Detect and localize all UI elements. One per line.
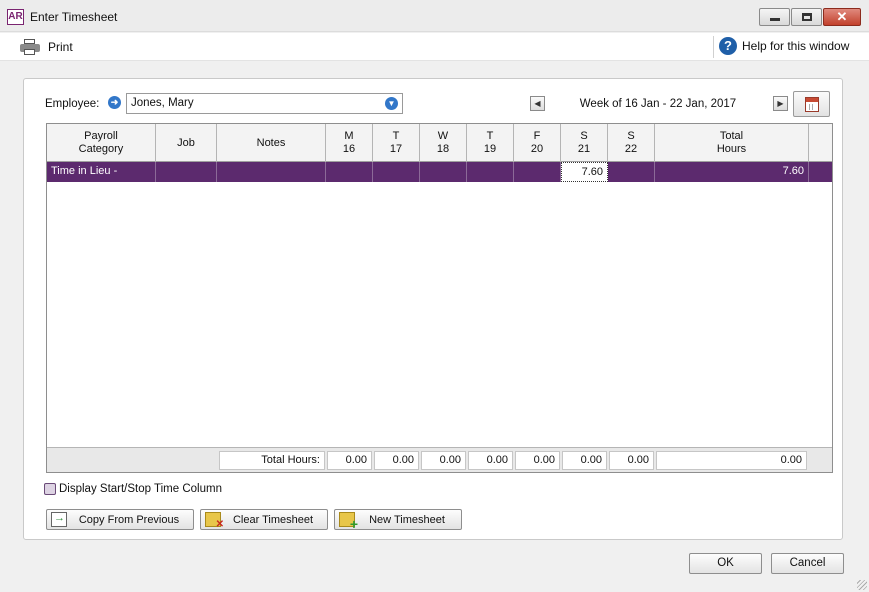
toolbar: Print ? Help for this window	[0, 33, 869, 61]
total-sun: 0.00	[609, 451, 654, 470]
cell-payroll-category[interactable]: Time in Lieu - Earned	[47, 162, 156, 196]
print-label: Print	[48, 40, 73, 54]
close-window-button[interactable]: ✕	[823, 8, 861, 26]
new-icon	[339, 512, 358, 532]
column-header-job: Job	[156, 124, 217, 162]
column-header-tue: T 17	[373, 124, 420, 162]
toolbar-separator	[713, 36, 714, 58]
maximize-button[interactable]	[791, 8, 822, 26]
clear-timesheet-label: Clear Timesheet	[232, 513, 314, 526]
copy-from-previous-label: Copy From Previous	[78, 513, 180, 526]
employee-label: Employee:	[45, 98, 100, 110]
help-icon: ?	[719, 37, 737, 55]
cell-tue[interactable]	[373, 162, 420, 182]
grid-header: Payroll Category Job Notes M 16 T 17 W 1…	[47, 124, 832, 162]
print-button[interactable]: Print	[20, 37, 73, 57]
cell-sun[interactable]	[608, 162, 655, 182]
app-logo-icon: AR	[7, 9, 24, 25]
calendar-icon	[805, 97, 819, 112]
cell-total-hours: 7.60	[655, 162, 809, 182]
week-label: Week of 16 Jan - 22 Jan, 2017	[579, 98, 737, 110]
clear-icon	[205, 512, 224, 530]
help-button[interactable]: ? Help for this window	[719, 37, 849, 55]
column-header-thu: T 19	[467, 124, 514, 162]
cell-thu[interactable]	[467, 162, 514, 182]
column-header-wed: W 18	[420, 124, 467, 162]
total-thu: 0.00	[468, 451, 513, 470]
next-week-button[interactable]: ▶	[773, 96, 788, 111]
minimize-icon	[770, 18, 780, 21]
column-header-payroll-category: Payroll Category	[47, 124, 156, 162]
start-stop-option[interactable]: Display Start/Stop Time Column	[44, 483, 222, 495]
resize-grip-icon[interactable]	[857, 580, 867, 590]
timesheet-panel: Employee: ➜ Jones, Mary ▼ ◀ Week of 16 J…	[23, 78, 843, 540]
total-tue: 0.00	[374, 451, 419, 470]
column-header-sun: S 22	[608, 124, 655, 162]
total-sat: 0.00	[562, 451, 607, 470]
new-timesheet-button[interactable]: New Timesheet	[334, 509, 462, 532]
total-fri: 0.00	[515, 451, 560, 470]
cell-fri[interactable]	[514, 162, 561, 182]
previous-week-button[interactable]: ◀	[530, 96, 545, 111]
cell-notes[interactable]	[217, 162, 326, 182]
cell-wed[interactable]	[420, 162, 467, 182]
ok-button[interactable]: OK	[689, 553, 762, 574]
column-header-fri: F 20	[514, 124, 561, 162]
dropdown-icon[interactable]: ▼	[385, 97, 398, 110]
totals-bar: Total Hours: 0.00 0.00 0.00 0.00 0.00 0.…	[47, 447, 832, 472]
copy-from-previous-button[interactable]: Copy From Previous	[46, 509, 194, 530]
copy-icon	[51, 512, 67, 527]
clear-timesheet-button[interactable]: Clear Timesheet	[200, 509, 328, 530]
calendar-button[interactable]	[793, 91, 830, 117]
cell-job[interactable]	[156, 162, 217, 182]
total-week: 0.00	[656, 451, 807, 470]
cancel-button[interactable]: Cancel	[771, 553, 844, 574]
printer-icon	[20, 39, 40, 55]
new-timesheet-label: New Timesheet	[369, 513, 445, 526]
timesheet-grid: Payroll Category Job Notes M 16 T 17 W 1…	[46, 123, 833, 473]
employee-value: Jones, Mary	[131, 97, 194, 109]
minimize-button[interactable]	[759, 8, 790, 26]
total-wed: 0.00	[421, 451, 466, 470]
cell-mon[interactable]	[326, 162, 373, 182]
total-hours-label: Total Hours:	[219, 451, 325, 470]
help-label: Help for this window	[742, 39, 850, 53]
cell-sat[interactable]: 7.60	[561, 162, 608, 182]
employee-select[interactable]: Jones, Mary ▼	[126, 93, 403, 114]
close-icon: ✕	[836, 9, 848, 24]
window-title: Enter Timesheet	[30, 10, 118, 24]
start-stop-label: Display Start/Stop Time Column	[59, 483, 222, 495]
total-mon: 0.00	[327, 451, 372, 470]
table-row[interactable]: Time in Lieu - Earned 7.60 7.60	[47, 162, 832, 196]
column-header-sat: S 21	[561, 124, 608, 162]
title-bar: AR Enter Timesheet ✕	[0, 0, 869, 32]
maximize-icon	[802, 13, 812, 21]
column-header-mon: M 16	[326, 124, 373, 162]
start-stop-checkbox[interactable]	[44, 483, 56, 495]
column-header-notes: Notes	[217, 124, 326, 162]
column-header-total-hours: Total Hours	[655, 124, 809, 162]
employee-detail-arrow-icon[interactable]: ➜	[108, 96, 121, 109]
